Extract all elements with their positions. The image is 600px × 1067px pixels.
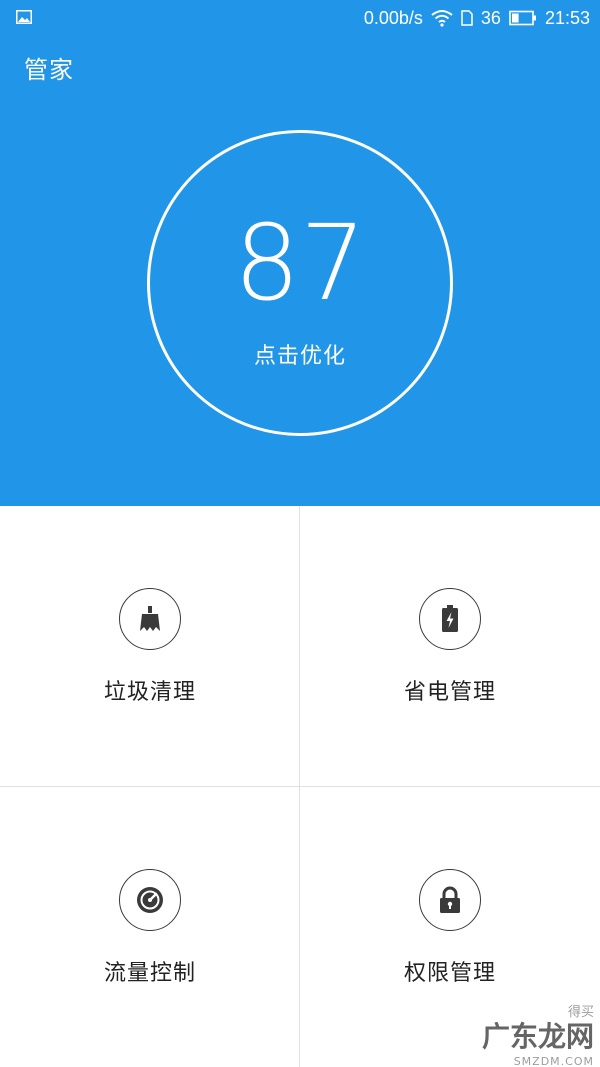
watermark: 得买 广东龙网 SMZDM.COM (454, 1003, 594, 1067)
lock-icon (419, 869, 481, 931)
clock: 21:53 (544, 7, 590, 28)
network-speed: 0.00b/s (363, 7, 423, 28)
tile-label: 垃圾清理 (103, 680, 196, 705)
feature-grid: 垃圾清理 省电管理 流量控制 权限管理 得买 广东龙网 SMZDM.COM (0, 506, 600, 1067)
battery-icon (509, 10, 537, 26)
broom-icon (119, 588, 181, 650)
tile-data-control[interactable]: 流量控制 (0, 787, 300, 1067)
score-action-label: 点击优化 (253, 344, 346, 369)
wifi-icon (431, 9, 453, 27)
watermark-main: 广东龙网 (481, 1020, 594, 1053)
signal-strength: 36 (480, 7, 501, 28)
watermark-top: 得买 (567, 1005, 594, 1020)
score-value: 87 (233, 202, 367, 324)
tile-label: 流量控制 (103, 961, 196, 986)
gauge-icon (119, 869, 181, 931)
watermark-sub: SMZDM.COM (513, 1055, 594, 1067)
tile-label: 省电管理 (403, 680, 496, 705)
optimize-button[interactable]: 87 点击优化 (147, 130, 453, 436)
tile-junk-cleanup[interactable]: 垃圾清理 (0, 506, 300, 786)
tile-label: 权限管理 (403, 961, 496, 986)
image-icon (16, 10, 32, 24)
battery-fill (511, 13, 519, 23)
status-right: 0.00b/s 36 21:53 (364, 6, 590, 30)
header-area: 0.00b/s 36 21:53 管家 87 点击优化 (0, 0, 600, 506)
status-bar: 0.00b/s 36 21:53 (0, 0, 600, 36)
tile-power-saving[interactable]: 省电管理 (300, 506, 600, 786)
sim-icon (461, 10, 473, 26)
page-title: 管家 (24, 56, 74, 84)
battery-bolt-icon (419, 588, 481, 650)
